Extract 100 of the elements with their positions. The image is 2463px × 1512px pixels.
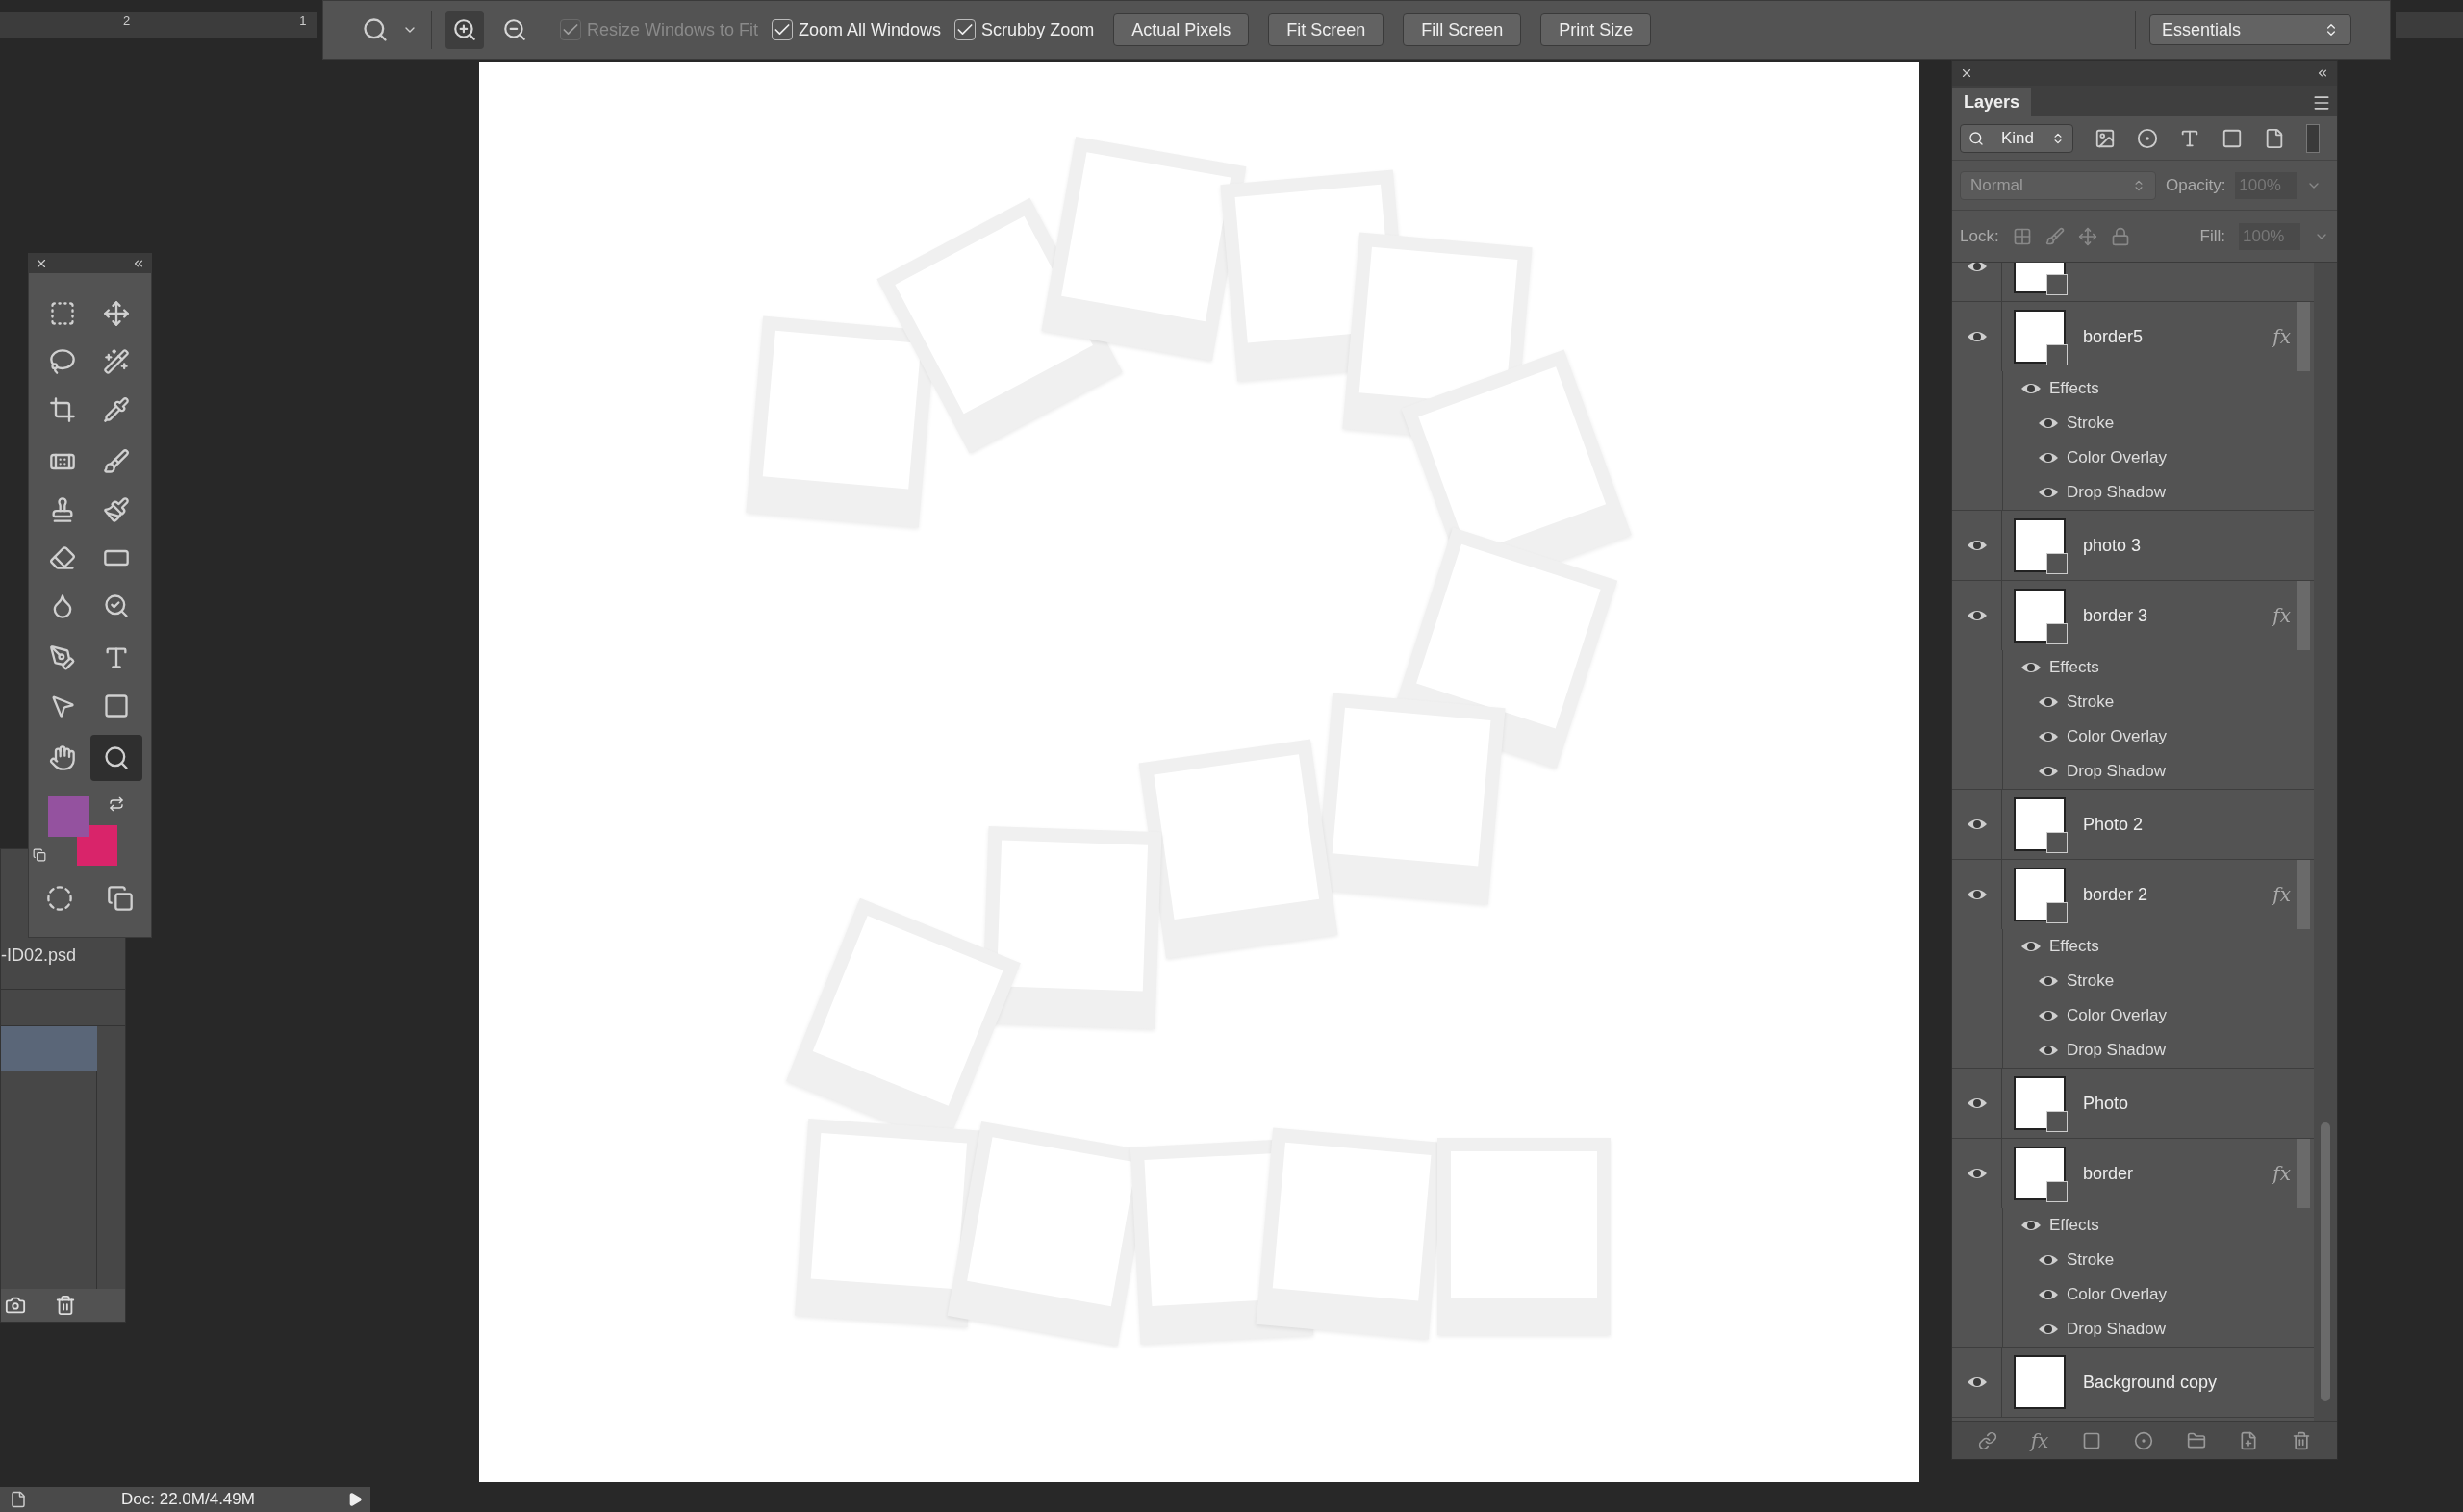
effects-label: Effects (2049, 378, 2099, 400)
image-filter-icon[interactable] (2095, 127, 2116, 149)
eye-icon[interactable] (1966, 818, 1988, 831)
eye-icon[interactable] (1966, 263, 1988, 273)
background-color-swatch[interactable] (77, 825, 117, 866)
shape-filter-icon[interactable] (2222, 127, 2243, 149)
layer-row[interactable]: Background copy (1952, 1348, 2314, 1417)
play-icon[interactable] (347, 1492, 363, 1507)
zoom-icon (102, 744, 130, 771)
eye-icon[interactable] (2038, 451, 2059, 465)
quick-mask-icon[interactable] (45, 885, 73, 912)
new-layer-icon[interactable] (2239, 1430, 2259, 1450)
mask-icon[interactable] (2081, 1430, 2101, 1450)
layer-row[interactable]: border 3 fx (1952, 581, 2314, 650)
collapse-icon[interactable] (132, 257, 145, 270)
eye-icon[interactable] (2038, 1044, 2059, 1057)
adjustment-filter-icon[interactable] (2137, 127, 2158, 149)
tool-button[interactable] (89, 735, 142, 781)
close-icon[interactable] (1960, 66, 1973, 80)
effects-badge[interactable]: fx (2273, 1159, 2291, 1188)
effect-name: Drop Shadow (2067, 1319, 2166, 1341)
swap-colors-icon[interactable] (109, 796, 124, 812)
scrollbar[interactable] (2314, 263, 2337, 1421)
effects-badge[interactable]: fx (2273, 880, 2291, 909)
layer-row[interactable]: Photo (1952, 1069, 2314, 1138)
eye-icon[interactable] (2038, 974, 2059, 988)
add-style-button[interactable]: fx (2030, 1425, 2049, 1455)
expand-toggle[interactable] (2297, 581, 2310, 650)
eye-icon[interactable] (2038, 486, 2059, 499)
layer-row[interactable]: border fx (1952, 1139, 2314, 1208)
workspace-select[interactable]: Essentials (2149, 14, 2351, 45)
layer-thumbnail (2014, 589, 2066, 643)
layer-thumbnail (2014, 1147, 2066, 1200)
hand-icon (49, 744, 76, 771)
eye-icon[interactable] (2020, 382, 2042, 395)
eye-icon[interactable] (2020, 661, 2042, 674)
layer-thumbnail (2014, 518, 2066, 572)
layer-thumbnail (2014, 1355, 2066, 1409)
document-icon[interactable] (10, 1491, 27, 1508)
expand-toggle[interactable] (2297, 860, 2310, 929)
smart-object-filter-icon[interactable] (2264, 127, 2285, 149)
effects-badge[interactable]: fx (2273, 601, 2291, 630)
layer-thumbnail (2014, 1076, 2066, 1130)
checkbox[interactable] (954, 19, 977, 40)
eye-icon[interactable] (2020, 1219, 2042, 1232)
search-icon (1968, 130, 1984, 146)
eye-icon[interactable] (2038, 1253, 2059, 1267)
close-icon[interactable] (35, 257, 48, 270)
eye-icon[interactable] (2038, 1323, 2059, 1336)
effect-name: Color Overlay (2067, 1284, 2167, 1306)
filter-select[interactable]: Kind (1960, 123, 2073, 153)
effects-badge[interactable]: fx (2273, 322, 2291, 351)
checkbox-label: Scrubby Zoom (981, 18, 1095, 41)
folder-icon[interactable] (2186, 1430, 2206, 1450)
eye-icon[interactable] (2020, 940, 2042, 953)
toolbar-button[interactable]: Print Size (1540, 13, 1652, 46)
link-icon[interactable] (1978, 1430, 1998, 1450)
eye-icon[interactable] (2038, 1009, 2059, 1022)
toolbar-button[interactable]: Fit Screen (1268, 13, 1384, 46)
eye-icon[interactable] (2038, 765, 2059, 778)
toolbar-button[interactable]: Fill Screen (1403, 13, 1522, 46)
eye-icon[interactable] (1966, 330, 1988, 343)
checkbox[interactable] (772, 19, 794, 40)
foreground-color-swatch[interactable] (48, 796, 89, 837)
trash-icon[interactable] (55, 1295, 76, 1316)
adjustment-icon[interactable] (2134, 1430, 2154, 1450)
layer-row[interactable]: border5 fx (1952, 302, 2314, 371)
screen-mode-icon[interactable] (107, 885, 135, 912)
expand-toggle[interactable] (2297, 302, 2310, 371)
file-name: -ID02.psd (1, 945, 78, 965)
zoom-tool-icon[interactable] (362, 16, 389, 43)
eye-icon[interactable] (2038, 416, 2059, 430)
eye-icon[interactable] (1966, 539, 1988, 552)
eye-icon[interactable] (1966, 1375, 1988, 1389)
layer-thumbnail (2014, 797, 2066, 851)
layer-name: Background copy (2083, 1371, 2218, 1394)
filter-toggle[interactable] (2306, 123, 2320, 153)
eye-icon[interactable] (1966, 1096, 1988, 1110)
lock-label: Lock: (1960, 225, 1999, 247)
panel-menu-icon[interactable] (2312, 93, 2331, 113)
layers-tab[interactable]: Layers (1952, 88, 2032, 116)
expand-toggle[interactable] (2297, 1139, 2310, 1208)
eye-icon[interactable] (1966, 1167, 1988, 1180)
layer-row[interactable]: Photo 2 (1952, 790, 2314, 859)
layer-row[interactable]: border 2 fx (1952, 860, 2314, 929)
collapse-icon[interactable] (2316, 66, 2329, 80)
document-size: Doc: 22.0M/4.49M (120, 1489, 256, 1511)
eye-icon[interactable] (2038, 695, 2059, 709)
eye-icon[interactable] (1966, 609, 1988, 622)
effects-label: Effects (2049, 1215, 2099, 1237)
layer-name: border (2083, 1162, 2134, 1185)
eye-icon[interactable] (2038, 1288, 2059, 1301)
layer-row[interactable]: photo 3 (1952, 511, 2314, 580)
trash-icon[interactable] (2291, 1430, 2311, 1450)
zoom-in-button[interactable] (445, 11, 484, 49)
camera-icon[interactable] (5, 1295, 26, 1316)
magic-wand-icon (102, 348, 130, 375)
toolbar-button[interactable]: Actual Pixels (1113, 13, 1250, 46)
eye-icon[interactable] (2038, 730, 2059, 743)
eye-icon[interactable] (1966, 888, 1988, 901)
